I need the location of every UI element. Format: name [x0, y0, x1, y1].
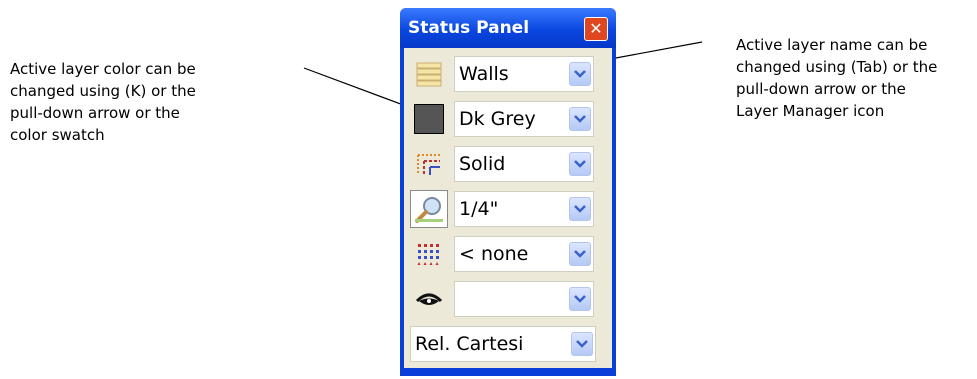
coordinate-mode-value: Rel. Cartesi — [415, 333, 524, 355]
status-panel: Status Panel ✕ Walls Dk Grey Solid 1/4" … — [400, 8, 616, 376]
line-style-row: Solid — [410, 142, 606, 186]
panel-body: Walls Dk Grey Solid 1/4" < none Rel. Car… — [404, 48, 612, 368]
chevron-down-icon[interactable] — [571, 332, 593, 356]
scale-row: 1/4" — [410, 187, 606, 231]
snap-value: < none — [459, 243, 529, 265]
visibility-dropdown[interactable] — [454, 281, 594, 317]
zoom-magnifier-icon[interactable] — [410, 190, 448, 228]
color-row: Dk Grey — [410, 97, 606, 141]
titlebar[interactable]: Status Panel ✕ — [400, 8, 616, 48]
visibility-eye-icon[interactable] — [410, 280, 448, 318]
layer-color-dropdown[interactable]: Dk Grey — [454, 101, 594, 137]
snap-grid-row: < none — [410, 232, 606, 276]
chevron-down-icon[interactable] — [569, 197, 591, 221]
scale-value: 1/4" — [459, 198, 499, 220]
line-style-value: Solid — [459, 153, 506, 175]
close-button[interactable]: ✕ — [584, 17, 608, 41]
panel-title: Status Panel — [408, 18, 530, 38]
close-icon: ✕ — [589, 19, 603, 38]
coordinate-row: Rel. Cartesi — [410, 322, 606, 366]
layer-name-value: Walls — [459, 63, 509, 85]
grid-snap-icon[interactable] — [410, 235, 448, 273]
visibility-row — [410, 277, 606, 321]
chevron-down-icon[interactable] — [569, 287, 591, 311]
line-style-icon[interactable] — [410, 145, 448, 183]
chevron-down-icon[interactable] — [569, 242, 591, 266]
layer-name-dropdown[interactable]: Walls — [454, 56, 594, 92]
color-swatch-icon[interactable] — [410, 100, 448, 138]
snap-dropdown[interactable]: < none — [454, 236, 594, 272]
line-style-dropdown[interactable]: Solid — [454, 146, 594, 182]
chevron-down-icon[interactable] — [569, 107, 591, 131]
chevron-down-icon[interactable] — [569, 152, 591, 176]
layer-stack-icon[interactable] — [410, 55, 448, 93]
chevron-down-icon[interactable] — [569, 62, 591, 86]
scale-dropdown[interactable]: 1/4" — [454, 191, 594, 227]
layer-color-value: Dk Grey — [459, 108, 536, 130]
coordinate-mode-dropdown[interactable]: Rel. Cartesi — [410, 326, 596, 362]
layer-row: Walls — [410, 52, 606, 96]
